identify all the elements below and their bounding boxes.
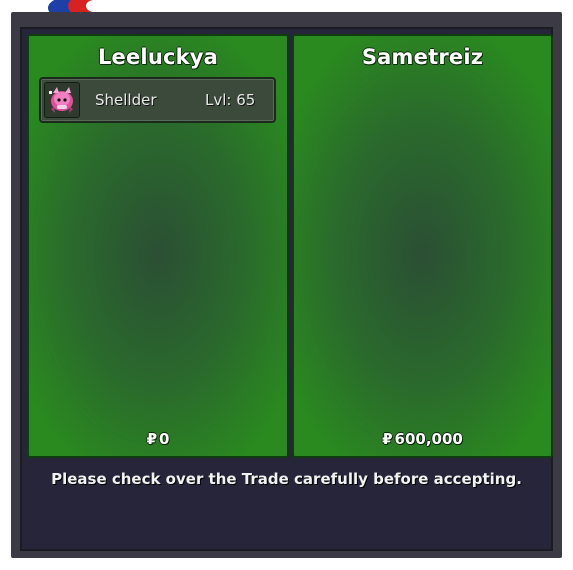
item-level: Lvl: 65	[205, 91, 256, 109]
money-amount-right: 600,000	[394, 430, 463, 448]
player-name-left: Leeluckya	[97, 45, 219, 69]
money-offer-left: ₽0	[29, 430, 287, 448]
trade-item-slot[interactable]: Shellder Lvl: 65	[39, 77, 276, 123]
item-icon-frame	[44, 82, 80, 118]
trade-screen: Leeluckya Shellder Lvl: 65 ₽ 0 Sametreiz…	[0, 0, 573, 570]
pokedollar-icon: ₽	[382, 430, 393, 448]
shellder-sprite-icon	[49, 87, 73, 113]
trade-panel-right: Sametreiz ₽600,000	[292, 34, 553, 458]
money-amount-left: 0	[159, 430, 170, 448]
item-name: Shellder	[95, 91, 157, 109]
trade-panel-left: Leeluckya Shellder Lvl: 65 ₽ 0	[27, 34, 289, 458]
trade-notice: Please check over the Trade carefully be…	[51, 470, 522, 488]
money-offer-right: ₽600,000	[294, 430, 551, 448]
player-name-right: Sametreiz	[361, 45, 484, 69]
pokedollar-icon: ₽	[146, 430, 157, 448]
